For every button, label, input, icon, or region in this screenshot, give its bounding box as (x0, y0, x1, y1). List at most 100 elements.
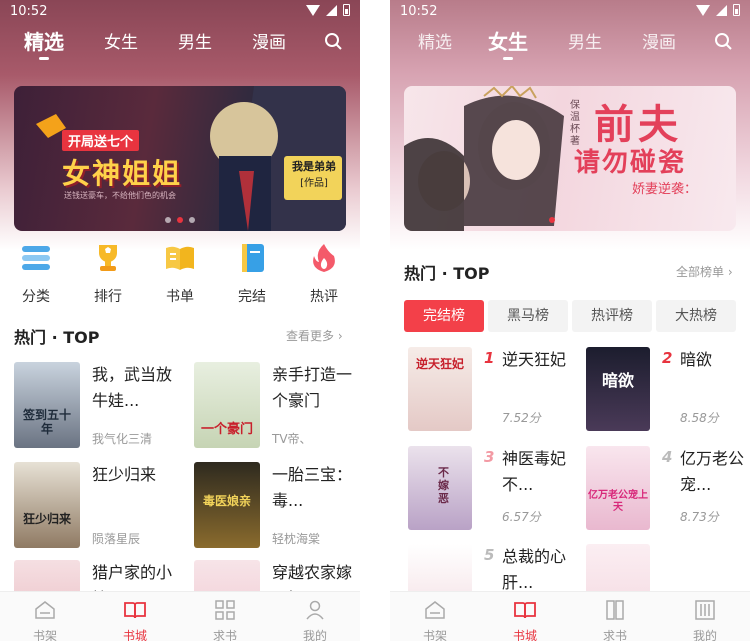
nav-bookshelf[interactable]: 书架 (410, 600, 460, 641)
status-bar: 10:52 (10, 4, 350, 22)
pager-dot (189, 217, 195, 223)
battery-icon (343, 4, 350, 16)
pager-dot (165, 217, 171, 223)
see-more-link[interactable]: 查看更多 › (286, 327, 343, 344)
rank-number: 5 (484, 546, 495, 564)
rank-number: 1 (484, 349, 495, 367)
book-stack-icon (606, 600, 624, 620)
book-icon (242, 244, 264, 272)
house-icon (35, 601, 55, 619)
book-item[interactable]: 签到五十年 我，武当放牛娃... 我气化三清 (14, 362, 184, 450)
tab-male[interactable]: 男生 (178, 28, 212, 53)
book-title: 总裁的心肝... (502, 547, 567, 592)
left-phone-screen: 10:52 精选 女生 男生 漫画 开局送七个 女神姐姐 送钱送豪车，不给他们色… (0, 0, 360, 641)
screen-gap (360, 0, 390, 641)
bottom-navigation: 书架 书城 求书 我的 (0, 591, 360, 641)
open-book-icon (166, 246, 194, 270)
category-icon (22, 246, 50, 270)
bottom-navigation: 书架 书城 求书 我的 (390, 591, 750, 641)
book-item[interactable]: 一个豪门 亲手打造一个豪门 TV帝、 (194, 362, 360, 450)
book-cover: 毒医娘亲 (194, 462, 260, 548)
wifi-icon (306, 4, 320, 16)
ranked-book-item[interactable]: 暗欲 2 暗欲 8.58分 (586, 347, 750, 433)
banner-title2: 请勿碰瓷 (574, 148, 687, 178)
search-icon[interactable] (714, 32, 732, 50)
chevron-right-icon: › (727, 265, 733, 279)
bookshelf-icon (695, 600, 715, 620)
book-item[interactable]: 狂少归来 狂少归来 陨落星辰 (14, 462, 184, 550)
nav-request-book[interactable]: 求书 (590, 600, 640, 641)
tab-jingxuan[interactable]: 精选 (418, 28, 452, 53)
banner-line1: 开局送七个 (62, 130, 140, 151)
book-author: TV帝、 (272, 432, 312, 446)
book-author: 陨落星辰 (92, 532, 141, 546)
search-icon[interactable] (324, 32, 342, 50)
section-title: 热门 · TOP (14, 328, 100, 347)
chip-hot-comments[interactable]: 热评榜 (572, 300, 652, 332)
tab-male[interactable]: 男生 (568, 28, 602, 53)
book-author: 我气化三清 (92, 432, 153, 446)
quick-nav-category[interactable]: 分类 (8, 242, 64, 306)
nav-profile[interactable]: 我的 (290, 600, 340, 641)
quick-nav-ranking[interactable]: 排行 (80, 242, 136, 306)
trophy-icon (99, 245, 117, 271)
book-cover: 亿万老公宠上天 (586, 446, 650, 530)
chip-completed[interactable]: 完结榜 (404, 300, 484, 332)
book-cover: 狂少归来 (14, 462, 80, 548)
book-title: 一胎三宝：毒... (272, 465, 353, 510)
user-icon (306, 600, 324, 620)
book-item[interactable]: 毒医娘亲 一胎三宝：毒... 轻枕海棠 (194, 462, 360, 550)
all-rankings-link[interactable]: 全部榜单 › (676, 263, 733, 280)
chip-big-hits[interactable]: 大热榜 (656, 300, 736, 332)
nav-bookstore[interactable]: 书城 (500, 600, 550, 641)
right-phone-screen: 10:52 精选 女生 男生 漫画 前夫 请勿碰瓷 娇妻逆袭： 保温杯 著 热门… (390, 0, 750, 641)
rank-number: 3 (484, 448, 495, 466)
book-cover: 一个豪门 (194, 362, 260, 448)
book-title: 暗欲 (680, 350, 713, 369)
category-tabs: 精选 女生 男生 漫画 (390, 26, 750, 60)
book-title: 亲手打造一个豪门 (272, 365, 353, 410)
pager-dot-active (549, 217, 555, 223)
tab-comics[interactable]: 漫画 (252, 28, 286, 53)
book-score: 8.73分 (680, 510, 719, 524)
book-score: 7.52分 (502, 411, 541, 425)
tab-jingxuan[interactable]: 精选 (24, 26, 64, 60)
house-icon (425, 601, 445, 619)
promo-banner[interactable]: 开局送七个 女神姐姐 送钱送豪车，不给他们色的机会 我是弟弟 [作品] (14, 86, 346, 231)
book-title: 狂少归来 (92, 465, 157, 484)
nav-profile[interactable]: 我的 (680, 600, 730, 641)
nav-request-book[interactable]: 求书 (200, 600, 250, 641)
quick-nav-completed[interactable]: 完结 (224, 242, 280, 306)
ranked-book-item[interactable]: 不嫁恶 3 神医毒妃不... 6.57分 (408, 446, 573, 532)
tab-female[interactable]: 女生 (104, 28, 138, 53)
section-title: 热门 · TOP (404, 264, 490, 283)
tab-comics[interactable]: 漫画 (642, 28, 676, 53)
book-title: 神医毒妃不... (502, 449, 567, 494)
quick-nav-booklist[interactable]: 书单 (152, 242, 208, 306)
status-time: 10:52 (10, 4, 48, 19)
book-title: 逆天狂妃 (502, 350, 567, 369)
book-title: 亿万老公宠... (680, 449, 745, 494)
open-book-icon (514, 602, 536, 619)
grid-icon (215, 600, 235, 620)
wifi-icon (696, 4, 710, 16)
nav-bookshelf[interactable]: 书架 (20, 600, 70, 641)
ranked-book-item[interactable]: 逆天狂妃 1 逆天狂妃 7.52分 (408, 347, 573, 433)
nav-bookstore[interactable]: 书城 (110, 600, 160, 641)
banner-author-tag: 保温杯 著 (570, 100, 580, 147)
signal-icon (326, 4, 337, 16)
chip-dark-horse[interactable]: 黑马榜 (488, 300, 568, 332)
banner-line2: 女神姐姐 (62, 157, 183, 190)
book-cover: 签到五十年 (14, 362, 80, 448)
quick-nav: 分类 排行 书单 完结 热评 (0, 242, 360, 305)
banner-tagline: 送钱送豪车，不给他们色的机会 (64, 191, 176, 200)
promo-banner[interactable]: 前夫 请勿碰瓷 娇妻逆袭： 保温杯 著 (404, 86, 736, 231)
quick-nav-hot-comments[interactable]: 热评 (296, 242, 352, 306)
book-author: 轻枕海棠 (272, 532, 321, 546)
tab-female[interactable]: 女生 (488, 26, 528, 60)
ranked-book-item[interactable]: 亿万老公宠上天 4 亿万老公宠... 8.73分 (586, 446, 750, 532)
ranking-chip-bar: 完结榜 黑马榜 热评榜 大热榜 (404, 300, 736, 332)
flame-icon (313, 244, 335, 272)
book-score: 8.58分 (680, 411, 719, 425)
battery-icon (733, 4, 740, 16)
